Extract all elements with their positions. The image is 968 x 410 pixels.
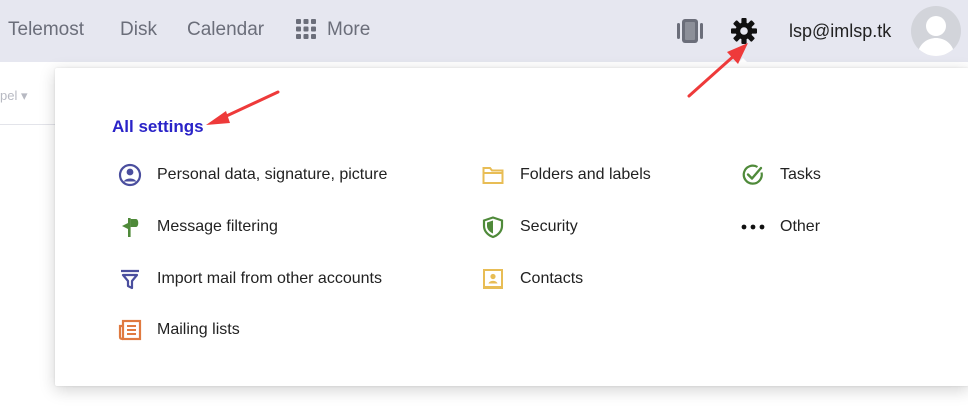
panel-notch	[733, 58, 753, 68]
settings-item-security[interactable]: Security	[480, 214, 578, 240]
settings-item-label: Tasks	[780, 166, 821, 183]
nav-calendar[interactable]: Calendar	[187, 19, 264, 41]
folder-icon	[480, 162, 506, 188]
background-toolbar-strip: pel ▾	[0, 62, 60, 125]
nav-more-label: More	[327, 19, 371, 40]
settings-item-label: Mailing lists	[157, 321, 240, 338]
settings-item-import-mail[interactable]: Import mail from other accounts	[117, 266, 382, 292]
funnel-icon	[117, 266, 143, 292]
settings-item-label: Other	[780, 218, 821, 235]
settings-item-label: Folders and labels	[520, 166, 651, 183]
settings-item-folders-labels[interactable]: Folders and labels	[480, 162, 651, 188]
user-email[interactable]: lsp@imlsp.tk	[789, 20, 891, 42]
settings-item-label: Import mail from other accounts	[157, 270, 382, 287]
settings-item-label: Personal data, signature, picture	[157, 166, 388, 183]
settings-item-mailing-lists[interactable]: Mailing lists	[117, 317, 240, 343]
settings-item-personal-data[interactable]: Personal data, signature, picture	[117, 162, 387, 188]
newspaper-icon	[117, 317, 143, 343]
partial-label: pel ▾	[0, 88, 28, 103]
all-settings-link[interactable]: All settings	[112, 117, 204, 137]
top-bar: Telemost Disk Calendar More lsp@imlsp.tk	[0, 0, 968, 62]
settings-item-label: Message filtering	[157, 218, 278, 235]
user-silhouette-icon	[917, 16, 955, 56]
settings-item-label: Contacts	[520, 270, 584, 287]
apps-grid-icon	[296, 18, 316, 39]
avatar[interactable]	[911, 6, 961, 56]
settings-item-tasks[interactable]: Tasks	[740, 162, 821, 188]
settings-item-other[interactable]: Other	[740, 214, 820, 240]
check-circle-icon	[740, 162, 766, 188]
nav-more[interactable]: More	[296, 18, 371, 41]
settings-item-contacts[interactable]: Contacts	[480, 266, 583, 292]
nav-disk[interactable]: Disk	[120, 19, 157, 41]
contact-card-icon	[480, 266, 506, 292]
settings-item-message-filtering[interactable]: Message filtering	[117, 214, 278, 240]
settings-item-label: Security	[520, 218, 578, 235]
nav-telemost[interactable]: Telemost	[8, 19, 84, 41]
filter-sign-icon	[117, 214, 143, 240]
settings-panel: All settings Personal data, signature, p…	[55, 68, 968, 386]
person-circle-icon	[117, 162, 143, 188]
gear-icon[interactable]	[730, 17, 758, 45]
ellipsis-icon	[740, 214, 766, 240]
shield-icon	[480, 214, 506, 240]
mobile-device-icon[interactable]	[676, 17, 704, 45]
